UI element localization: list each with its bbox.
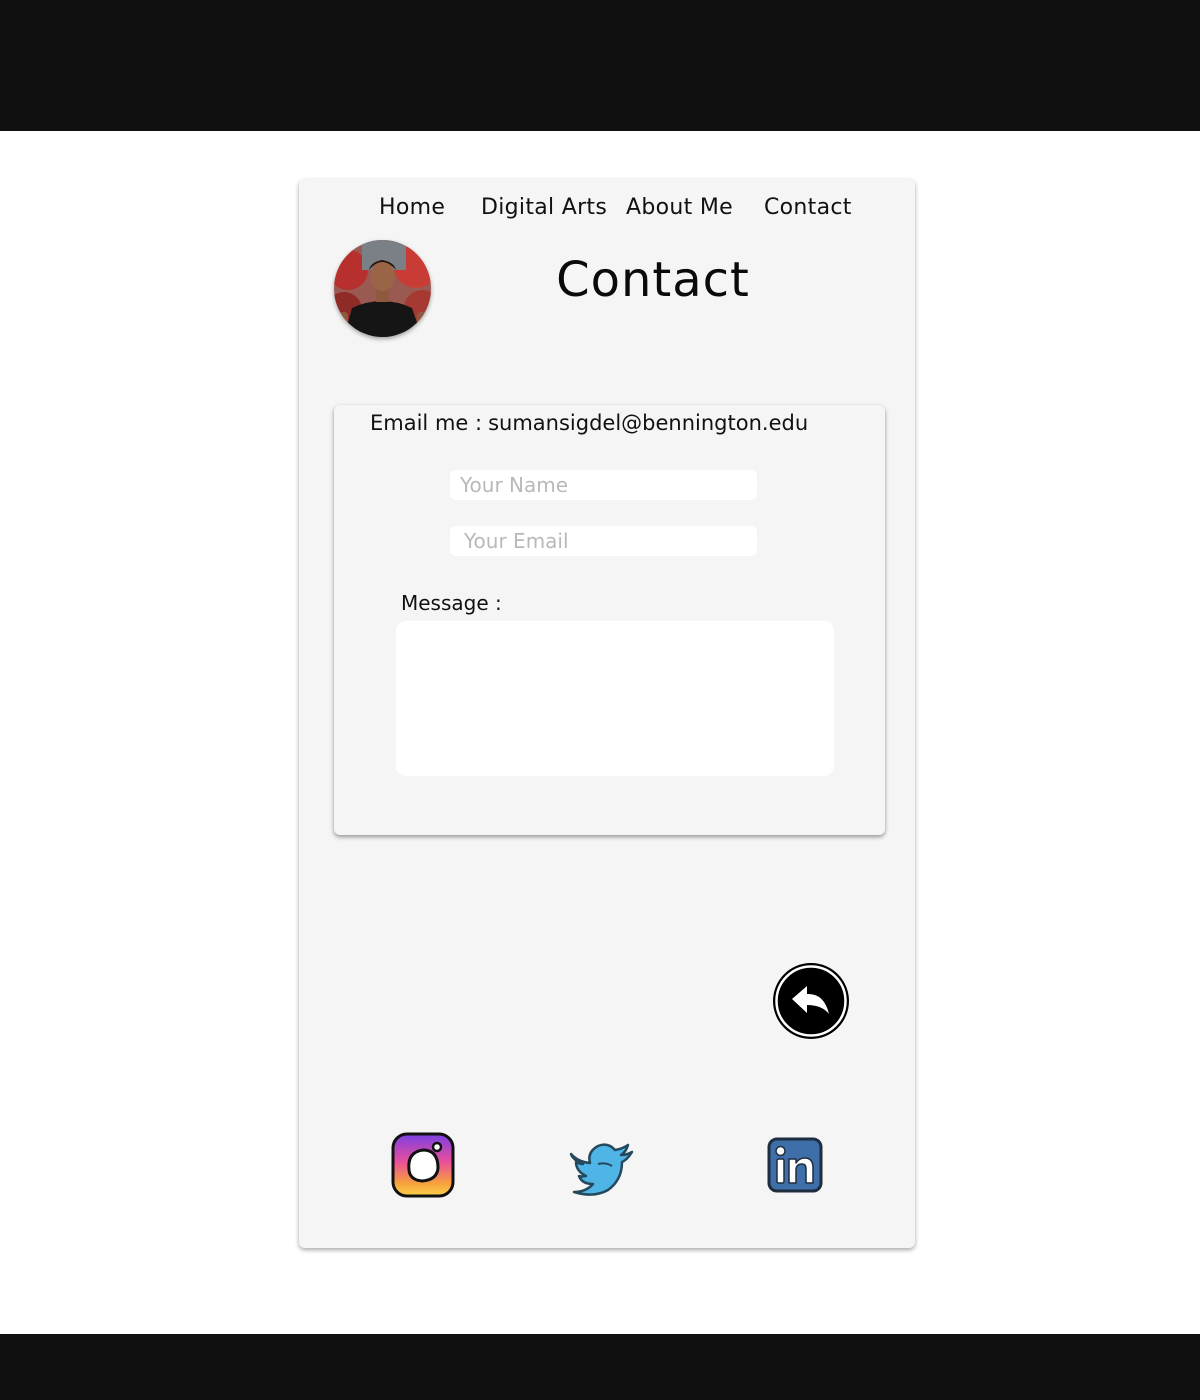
nav-digital-arts[interactable]: Digital Arts: [481, 195, 607, 223]
twitter-icon: [569, 1143, 634, 1196]
message-textarea[interactable]: [396, 621, 834, 776]
email-input[interactable]: [450, 526, 757, 556]
message-label: Message :: [401, 591, 502, 615]
linkedin-link[interactable]: [767, 1137, 823, 1197]
email-line: Email me : sumansigdel@bennington.edu: [370, 411, 808, 435]
twitter-link[interactable]: [568, 1140, 634, 1202]
avatar: [334, 240, 431, 337]
page-title: Contact: [556, 252, 750, 308]
instagram-link[interactable]: [391, 1132, 455, 1202]
back-button[interactable]: [772, 962, 850, 1040]
instagram-icon: [391, 1132, 455, 1198]
email-label: Email me :: [370, 411, 483, 435]
top-black-bar: [0, 0, 1200, 131]
email-address-link[interactable]: sumansigdel@bennington.edu: [488, 411, 808, 435]
name-input[interactable]: [450, 470, 757, 500]
nav-home[interactable]: Home: [379, 195, 445, 223]
nav-contact[interactable]: Contact: [764, 195, 852, 223]
nav-about-me[interactable]: About Me: [626, 195, 733, 223]
profile-photo: [334, 240, 431, 337]
bottom-black-bar: [0, 1334, 1200, 1400]
linkedin-icon: [767, 1137, 823, 1193]
reply-arrow-icon: [773, 963, 849, 1039]
